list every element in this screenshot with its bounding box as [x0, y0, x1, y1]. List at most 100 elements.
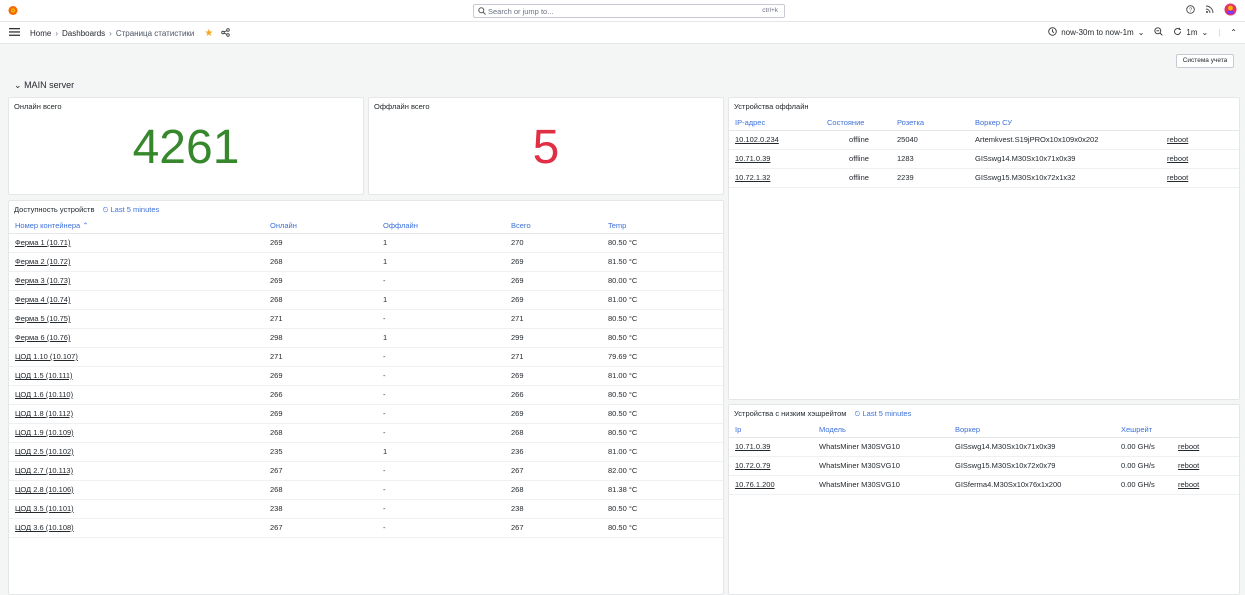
offline-count: -	[377, 309, 505, 329]
column-header[interactable]: Номер контейнера ⌃	[9, 219, 264, 234]
container-link[interactable]: ЦОД 3.5 (10.101)	[15, 504, 74, 513]
container-link[interactable]: Ферма 3 (10.73)	[15, 276, 70, 285]
column-header[interactable]: Модель	[813, 423, 949, 438]
ip-cell: 10.71.0.39	[729, 149, 821, 169]
time-range-picker[interactable]: now-30m to now-1m ⌄	[1048, 27, 1144, 38]
column-header[interactable]: IP-адрес	[729, 116, 821, 131]
container-cell: ЦОД 1.8 (10.112)	[9, 404, 264, 424]
time-range-info[interactable]: ⏲ Last 5 minutes	[855, 409, 912, 418]
table-row: ЦОД 2.8 (10.106) 268-268 81.38 °C	[9, 480, 723, 500]
ip-link[interactable]: 10.71.0.39	[735, 154, 770, 163]
container-link[interactable]: ЦОД 1.6 (10.110)	[15, 390, 73, 399]
panel-title: Устройства оффлайн	[734, 102, 809, 111]
container-cell: Ферма 4 (10.74)	[9, 290, 264, 310]
container-link[interactable]: ЦОД 3.6 (10.108)	[15, 523, 74, 532]
breadcrumb-home[interactable]: Home	[30, 29, 51, 38]
online-count: 268	[264, 290, 377, 310]
socket-cell: 25040	[891, 130, 969, 150]
system-accounting-button[interactable]: Система учета	[1176, 54, 1234, 68]
table-header-row: Ip Модель Воркер Хешрейт	[729, 423, 1239, 438]
breadcrumb-current: Страница статистики	[115, 29, 195, 38]
news-rss-icon[interactable]	[1205, 5, 1214, 16]
share-icon[interactable]	[221, 28, 231, 39]
temperature: 81.38 °C	[602, 480, 723, 500]
reboot-button[interactable]: reboot	[1178, 480, 1199, 489]
container-cell: ЦОД 3.5 (10.101)	[9, 499, 264, 519]
ip-link[interactable]: 10.102.0.234	[735, 135, 779, 144]
ip-link[interactable]: 10.72.1.32	[735, 173, 770, 182]
container-link[interactable]: Ферма 1 (10.71)	[15, 238, 70, 247]
table-row: 10.102.0.234 offline 25040 Artemkvest.S19jP…	[729, 130, 1239, 150]
ip-link[interactable]: 10.76.1.200	[735, 480, 775, 489]
offline-count: 1	[377, 252, 505, 272]
grafana-logo-icon[interactable]	[7, 4, 19, 19]
column-header[interactable]: Temp	[602, 219, 723, 234]
refresh-button[interactable]: 1m ⌄	[1173, 27, 1208, 38]
reboot-button[interactable]: reboot	[1167, 154, 1188, 163]
column-header[interactable]: Онлайн	[264, 219, 377, 234]
divider: |	[1218, 28, 1221, 37]
help-icon[interactable]: ?	[1186, 5, 1195, 16]
state-cell: offline	[821, 168, 891, 188]
ip-cell: 10.71.0.39	[729, 437, 813, 457]
table-row: 10.76.1.200 WhatsMiner M30SVG10 GISferma4.…	[729, 475, 1239, 495]
container-link[interactable]: Ферма 6 (10.76)	[15, 333, 70, 342]
container-link[interactable]: ЦОД 1.9 (10.109)	[15, 428, 74, 437]
column-header[interactable]: Ip	[729, 423, 813, 438]
column-header[interactable]: Розетка	[891, 116, 969, 131]
row-header-main-server[interactable]: ⌄ MAIN server	[14, 80, 74, 91]
offline-count: -	[377, 461, 505, 481]
dashboard-nav-bar: Home › Dashboards › Страница статистики …	[0, 22, 1245, 44]
ip-link[interactable]: 10.71.0.39	[735, 442, 770, 451]
chevron-up-icon[interactable]: ⌃	[1230, 28, 1237, 37]
column-header[interactable]: Оффлайн	[377, 219, 505, 234]
column-header[interactable]: Хешрейт	[1115, 423, 1172, 438]
search-input[interactable]: Search or jump to... ctrl+k	[473, 4, 785, 18]
column-header[interactable]: Воркер СУ	[969, 116, 1161, 131]
favorite-star-icon[interactable]: ★	[204, 28, 213, 39]
breadcrumb-dashboards[interactable]: Dashboards	[62, 29, 105, 38]
container-cell: Ферма 2 (10.72)	[9, 252, 264, 272]
temperature: 80.50 °C	[602, 328, 723, 348]
breadcrumb-separator-icon: ›	[109, 29, 112, 38]
container-link[interactable]: ЦОД 1.10 (10.107)	[15, 352, 78, 361]
table-row: ЦОД 1.10 (10.107) 271-271 79.69 °C	[9, 347, 723, 367]
container-link[interactable]: Ферма 4 (10.74)	[15, 295, 70, 304]
container-cell: ЦОД 2.8 (10.106)	[9, 480, 264, 500]
offline-count: -	[377, 385, 505, 405]
zoom-out-icon[interactable]	[1154, 27, 1164, 38]
time-range-info[interactable]: ⏲ Last 5 minutes	[103, 205, 160, 214]
reboot-button[interactable]: reboot	[1178, 442, 1199, 451]
container-link[interactable]: Ферма 5 (10.75)	[15, 314, 70, 323]
container-cell: ЦОД 2.5 (10.102)	[9, 442, 264, 462]
online-count: 267	[264, 461, 377, 481]
total-count: 269	[505, 404, 602, 424]
reboot-button[interactable]: reboot	[1167, 135, 1188, 144]
user-avatar[interactable]	[1224, 3, 1237, 18]
offline-count: -	[377, 423, 505, 443]
table-row: Ферма 4 (10.74) 268 1 269 81.00 °C	[9, 290, 723, 310]
reboot-button[interactable]: reboot	[1178, 461, 1199, 470]
panel-title: Устройства с низким хэшрейтом ⏲ Last 5 m…	[734, 409, 911, 419]
container-link[interactable]: ЦОД 2.7 (10.113)	[15, 466, 73, 475]
container-link[interactable]: ЦОД 1.8 (10.112)	[15, 409, 73, 418]
total-count: 236	[505, 442, 602, 462]
ip-cell: 10.102.0.234	[729, 130, 821, 150]
panel-title-text: Устройства с низким хэшрейтом	[734, 409, 847, 418]
container-link[interactable]: ЦОД 1.5 (10.111)	[15, 371, 73, 380]
offline-total-panel: Оффлайн всего 5	[368, 97, 724, 195]
panel-title: Онлайн всего	[14, 102, 62, 111]
column-header[interactable]: Состояние	[821, 116, 891, 131]
ip-link[interactable]: 10.72.0.79	[735, 461, 770, 470]
model-cell: WhatsMiner M30SVG10	[813, 437, 949, 457]
refresh-interval: 1m	[1186, 28, 1198, 37]
menu-icon[interactable]	[9, 28, 20, 38]
search-icon	[478, 7, 486, 17]
total-count: 269	[505, 271, 602, 291]
column-header[interactable]: Воркер	[949, 423, 1115, 438]
reboot-button[interactable]: reboot	[1167, 173, 1188, 182]
container-link[interactable]: Ферма 2 (10.72)	[15, 257, 70, 266]
column-header[interactable]: Всего	[505, 219, 602, 234]
container-link[interactable]: ЦОД 2.5 (10.102)	[15, 447, 74, 456]
container-link[interactable]: ЦОД 2.8 (10.106)	[15, 485, 74, 494]
